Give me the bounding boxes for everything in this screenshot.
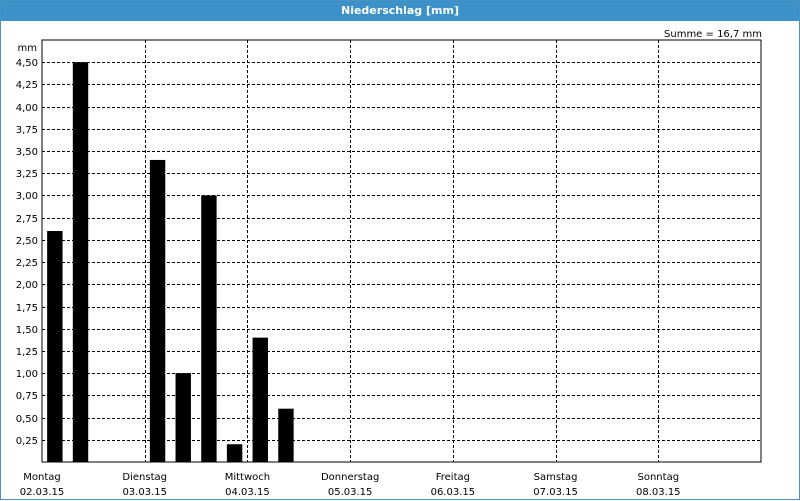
precipitation-bar xyxy=(278,408,294,462)
x-tick-day: Donnerstag xyxy=(321,472,379,483)
precipitation-bar xyxy=(47,231,63,462)
y-tick-label: 2,00 xyxy=(16,280,38,291)
y-tick-label: 4,50 xyxy=(16,58,38,69)
precipitation-chart: 0,25 0,50 0,75 1,00 1,25 1,50 1,75 2,00 2,25 2,50… xyxy=(16,29,762,498)
precipitation-bar xyxy=(252,337,268,462)
y-tick-label: 1,50 xyxy=(16,325,38,336)
y-tick-label: 3,50 xyxy=(16,147,38,158)
chart-window: Niederschlag [mm] 0,25 0,50 0,75 1,00 1,25 1,… xyxy=(0,0,800,500)
y-tick-label: 2,50 xyxy=(16,236,38,247)
y-tick-label: 2,75 xyxy=(16,214,38,225)
x-tick-date: 04.03.15 xyxy=(225,487,270,498)
precipitation-bar xyxy=(149,159,166,463)
precipitation-bar xyxy=(175,373,191,462)
y-tick-label: 3,75 xyxy=(16,125,38,136)
x-tick-date: 07.03.15 xyxy=(533,487,578,498)
x-tick-date: 06.03.15 xyxy=(431,487,476,498)
x-tick-day: Samstag xyxy=(534,472,578,483)
x-tick-day: Mittwoch xyxy=(225,472,270,483)
y-tick-label: 0,50 xyxy=(16,414,38,425)
y-tick-label: 1,75 xyxy=(16,303,38,314)
x-tick-date: 05.03.15 xyxy=(328,487,373,498)
precipitation-bar xyxy=(226,444,243,462)
y-tick-label: 0,75 xyxy=(16,391,38,402)
y-tick-label: 3,25 xyxy=(16,169,38,180)
y-tick-label: 3,00 xyxy=(16,191,38,202)
y-axis-label: mm xyxy=(18,43,37,54)
x-tick-day: Sonntag xyxy=(638,472,680,483)
y-tick-label: 4,25 xyxy=(16,80,38,91)
y-tick-label: 4,00 xyxy=(16,103,38,114)
x-tick-date: 02.03.15 xyxy=(20,487,65,498)
y-tick-label: 1,00 xyxy=(16,369,38,380)
x-tick-date: 08.03.15 xyxy=(636,487,681,498)
x-tick-day: Montag xyxy=(23,472,60,483)
y-tick-label: 2,25 xyxy=(16,258,38,269)
y-tick-label: 1,25 xyxy=(16,347,38,358)
sum-annotation: Summe = 16,7 mm xyxy=(664,29,762,40)
precipitation-bar xyxy=(72,62,89,463)
precipitation-bar xyxy=(201,195,217,462)
x-tick-day: Dienstag xyxy=(122,472,167,483)
x-tick-date: 03.03.15 xyxy=(122,487,167,498)
x-tick-day: Freitag xyxy=(436,472,470,483)
y-tick-label: 0,25 xyxy=(16,436,38,447)
